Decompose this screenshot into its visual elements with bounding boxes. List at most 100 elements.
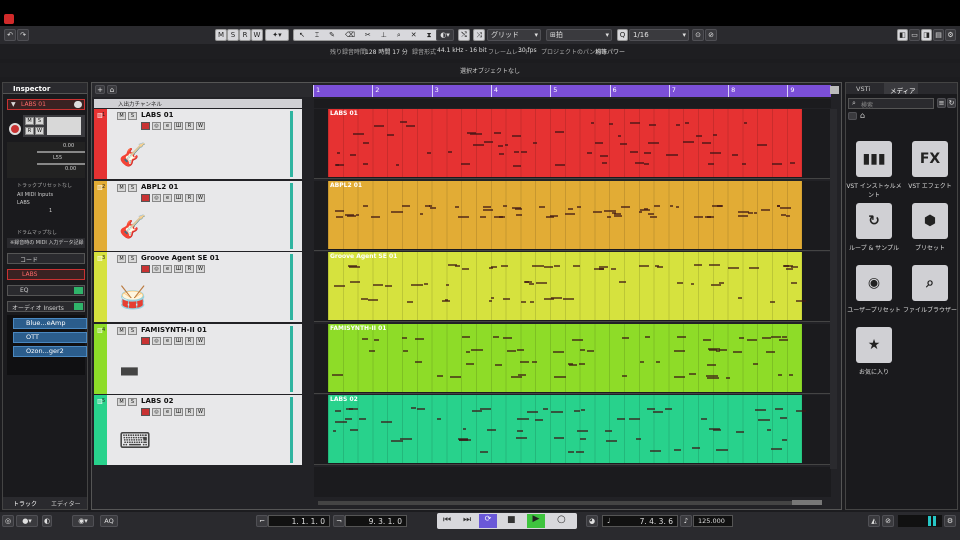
grid-type-select[interactable]: ⊞ 拍 ▾ (546, 29, 612, 41)
track-row[interactable]: ▥ 5 M S LABS 02 ◎ e Ш R W ⌨ (94, 395, 302, 465)
speaker-icon[interactable]: ◐▾ (436, 29, 454, 41)
record-enable-button[interactable] (141, 336, 150, 345)
cycle-mode-icon[interactable]: ◉▾ (72, 515, 94, 527)
stop-icon[interactable]: ■ (507, 515, 516, 525)
midi-output[interactable]: LABS (17, 200, 30, 206)
go-to-start-icon[interactable]: ⏮ (443, 515, 451, 525)
volume-slider[interactable] (37, 151, 85, 153)
track-name[interactable]: Groove Agent SE 01 (141, 254, 220, 262)
chord-section[interactable]: コード (7, 253, 85, 264)
track-preset[interactable]: トラックプリセットなし (17, 182, 72, 189)
read-button[interactable]: R (25, 127, 34, 135)
mode-r-button[interactable]: R (239, 29, 251, 41)
solo-button[interactable]: S (128, 183, 137, 192)
snap-type-select[interactable]: グリッド ▾ (487, 29, 541, 41)
monitor-button[interactable]: ◎ (152, 336, 161, 345)
fx-icon[interactable]: FX (912, 141, 948, 177)
mode-m-button[interactable]: M (215, 29, 227, 41)
inserts-section[interactable]: オーディオ Inserts (7, 301, 85, 312)
record-enable-button[interactable] (141, 122, 150, 130)
position-field[interactable]: ♩ 7. 4. 3. 6 (602, 515, 678, 527)
zoom-tool-icon[interactable]: ⌕ (397, 31, 401, 40)
track-name[interactable]: LABS 01 (141, 111, 173, 119)
midi-record-select[interactable]: ※録音時の MIDI 入力データ記録 (7, 238, 85, 248)
record-enable-button[interactable] (141, 193, 150, 202)
glue-tool-icon[interactable]: ⊥ (381, 31, 387, 39)
track-header[interactable]: M S ABPL2 01 ◎ e Ш R W 🎸 (107, 180, 302, 251)
audio-quantize-button[interactable]: AQ (100, 515, 118, 527)
track-header[interactable]: M S FAMISYNTH-II 01 ◎ e Ш R W ▬ (107, 323, 302, 394)
read-button[interactable]: R (185, 408, 194, 416)
midi-input[interactable]: All MIDI Inputs (17, 192, 53, 198)
record-enable-button[interactable] (141, 265, 150, 273)
write-button[interactable]: W (196, 408, 205, 416)
user-preset-icon[interactable]: ◉ (856, 265, 892, 301)
right-locator-icon[interactable]: ¬ (333, 515, 345, 527)
write-button[interactable]: W (196, 193, 205, 202)
show-right-zone-button[interactable]: ◨ (921, 29, 932, 41)
track-header[interactable]: M S Groove Agent SE 01 ◎ e Ш R W 🥁 (107, 252, 302, 322)
eq-section[interactable]: EQ (7, 285, 85, 296)
time-warp-tool-icon[interactable]: ⧗ (427, 31, 432, 40)
record-enable-button[interactable] (9, 123, 21, 135)
track-filter-icon[interactable]: ⌂ (107, 85, 117, 94)
record-enable-button[interactable] (141, 408, 150, 416)
range-tool-icon[interactable]: ⌶ (315, 31, 319, 40)
track-name[interactable]: ABPL2 01 (141, 183, 178, 191)
draw-tool-icon[interactable]: ✎ (329, 31, 335, 39)
tab-track[interactable]: トラック (13, 499, 37, 508)
layout-button[interactable]: ▤ (933, 29, 944, 41)
split-tool-icon[interactable]: ✂ (365, 31, 371, 39)
track-name[interactable]: LABS 02 (141, 397, 173, 405)
quantize-icon[interactable]: Q (617, 29, 628, 41)
settings-gear-icon[interactable]: ◎ (2, 515, 14, 527)
redo-button[interactable]: ↷ (17, 29, 29, 41)
left-locator-icon[interactable]: ⌐ (256, 515, 268, 527)
solo-button[interactable]: S (128, 112, 137, 120)
write-button[interactable]: W (196, 122, 205, 130)
marker-icon[interactable]: ◭ (868, 515, 880, 527)
monitor-button[interactable]: ◎ (152, 122, 161, 130)
snap-toggle-icon[interactable]: ⤭ (458, 29, 470, 41)
metronome-icon[interactable]: ◕ (586, 515, 598, 527)
piano-icon[interactable]: ▮▮▮ (856, 141, 892, 177)
insert-slot-1[interactable]: Blue...eAmp (13, 318, 87, 329)
horizontal-scrollbar[interactable] (318, 501, 818, 505)
undo-button[interactable]: ↶ (4, 29, 16, 41)
lanes-button[interactable]: Ш (174, 336, 183, 345)
performance-meter[interactable] (898, 515, 942, 527)
erase-tool-icon[interactable]: ⌫ (345, 31, 355, 39)
record-mode-icon[interactable]: ●▾ (16, 515, 38, 527)
solo-button[interactable]: S (35, 117, 44, 125)
write-button[interactable]: W (35, 127, 44, 135)
ruler[interactable]: 1 2 3 4 5 6 7 8 9 (313, 85, 831, 97)
track-color-strip[interactable]: ▥ 3 (94, 252, 107, 322)
read-button[interactable]: R (185, 265, 194, 273)
mode-w-button[interactable]: W (251, 29, 263, 41)
track-row[interactable]: ▥ 4 M S FAMISYNTH-II 01 ◎ e Ш R W ▬ (94, 323, 302, 394)
quantize-select[interactable]: 1/16 ▾ (629, 29, 689, 41)
tools-strip[interactable]: ↖ ⌶ ✎ ⌫ ✂ ⊥ ⌕ ✕ ⧗ ◀ (293, 29, 453, 41)
show-lower-zone-button[interactable]: ▭ (909, 29, 920, 41)
media-search-input[interactable]: ⌕ 検索 (848, 98, 934, 109)
monitor-button[interactable]: ◎ (152, 265, 161, 273)
track-color-strip[interactable]: ▥ 4 (94, 323, 107, 394)
right-locator-field[interactable]: 9. 3. 1. 0 (345, 515, 407, 527)
quantize-apply-button[interactable]: ⊙ (692, 29, 704, 41)
eq-bypass-icon[interactable] (74, 287, 83, 294)
track-color-strip[interactable]: ▥ 2 (94, 180, 107, 251)
file-browser-icon[interactable]: ⌕ (912, 265, 948, 301)
edit-button[interactable]: e (163, 336, 172, 345)
write-button[interactable]: W (196, 336, 205, 345)
insert-slot-3[interactable]: Ozon...ger2 (13, 346, 87, 357)
pan-slider[interactable] (37, 163, 85, 165)
track-row[interactable]: ▥ 3 M S Groove Agent SE 01 ◎ e Ш R W 🥁 (94, 252, 302, 322)
window-settings-button[interactable]: ⚙ (945, 29, 956, 41)
monitor-button[interactable]: ◎ (152, 193, 161, 202)
inspector-track-header[interactable]: ▼ LABS 01 (7, 99, 85, 110)
track-color-strip[interactable]: ▥ 5 (94, 395, 107, 465)
midi-part[interactable]: ABPL2 01 (328, 180, 802, 249)
midi-part[interactable]: Groove Agent SE 01 (328, 252, 806, 320)
drum-map[interactable]: ドラムマップなし (17, 229, 57, 236)
mute-button[interactable]: M (117, 326, 126, 335)
